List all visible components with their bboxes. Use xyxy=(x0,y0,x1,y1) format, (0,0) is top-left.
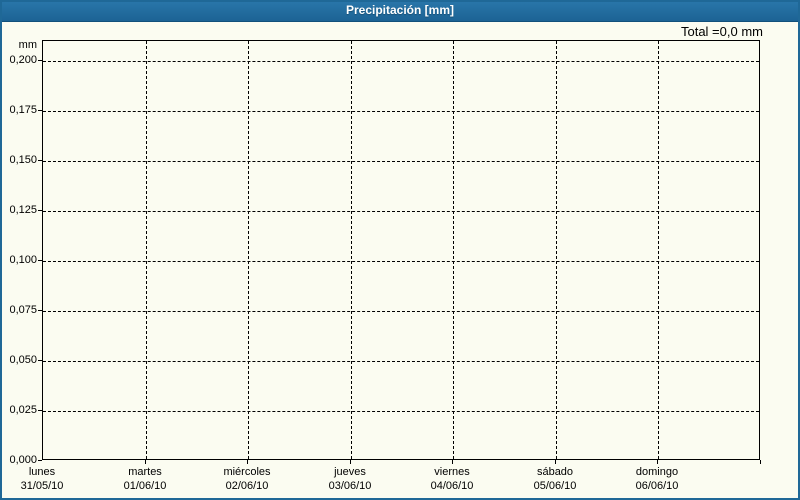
y-tick-mark xyxy=(38,210,42,211)
plot-area xyxy=(42,40,760,460)
y-tick-label: 0,050 xyxy=(9,354,37,366)
y-tick-label: 0,150 xyxy=(9,154,37,166)
x-label-date: 06/06/10 xyxy=(635,480,679,492)
y-gridline xyxy=(43,161,759,162)
x-gridline xyxy=(146,41,147,459)
precipitation-chart-window: Precipitación [mm] Total =0,0 mm mm 0,20… xyxy=(0,0,800,500)
x-gridline xyxy=(351,41,352,459)
y-tick-mark xyxy=(38,460,42,461)
y-tick-label: 0,200 xyxy=(9,54,37,66)
y-gridline xyxy=(43,411,759,412)
x-tick-mark xyxy=(555,460,556,464)
y-tick-mark xyxy=(38,160,42,161)
x-label-day: miércoles xyxy=(223,466,271,478)
x-label-date: 04/06/10 xyxy=(430,480,474,492)
y-tick-mark xyxy=(38,260,42,261)
x-label-day: domingo xyxy=(635,466,679,478)
x-tick-mark xyxy=(247,460,248,464)
x-gridline xyxy=(248,41,249,459)
y-tick-mark xyxy=(38,360,42,361)
y-tick-mark xyxy=(38,310,42,311)
x-gridline xyxy=(658,41,659,459)
x-gridline xyxy=(453,41,454,459)
x-label-day: jueves xyxy=(334,466,366,478)
y-axis-unit-label: mm xyxy=(18,39,37,51)
y-tick-mark xyxy=(38,60,42,61)
x-tick-mark xyxy=(452,460,453,464)
x-label-day: lunes xyxy=(28,466,56,478)
y-gridline xyxy=(43,211,759,212)
x-label-day: viernes xyxy=(434,466,470,478)
x-gridline xyxy=(556,41,557,459)
x-tick-mark xyxy=(657,460,658,464)
chart-title: Precipitación [mm] xyxy=(345,3,455,17)
y-tick-mark xyxy=(38,110,42,111)
y-tick-label: 0,025 xyxy=(9,404,37,416)
x-label-date: 31/05/10 xyxy=(20,480,64,492)
x-tick-mark xyxy=(145,460,146,464)
chart-title-bar: Precipitación [mm] xyxy=(0,0,800,22)
y-gridline xyxy=(43,61,759,62)
y-tick-label: 0,100 xyxy=(9,254,37,266)
x-label-date: 01/06/10 xyxy=(123,480,167,492)
x-label-day: sábado xyxy=(536,466,574,478)
x-label-date: 02/06/10 xyxy=(225,480,269,492)
x-tick-mark xyxy=(350,460,351,464)
x-label-date: 05/06/10 xyxy=(533,480,577,492)
y-tick-label: 0,175 xyxy=(9,104,37,116)
x-label-date: 03/06/10 xyxy=(328,480,372,492)
y-tick-label: 0,000 xyxy=(9,454,37,466)
y-gridline xyxy=(43,261,759,262)
x-tick-mark xyxy=(760,460,761,464)
y-gridline xyxy=(43,111,759,112)
y-tick-label: 0,125 xyxy=(9,204,37,216)
x-label-day: martes xyxy=(128,466,162,478)
y-gridline xyxy=(43,361,759,362)
total-annotation: Total =0,0 mm xyxy=(680,24,763,39)
y-gridline xyxy=(43,311,759,312)
y-tick-mark xyxy=(38,410,42,411)
y-tick-label: 0,075 xyxy=(9,304,37,316)
